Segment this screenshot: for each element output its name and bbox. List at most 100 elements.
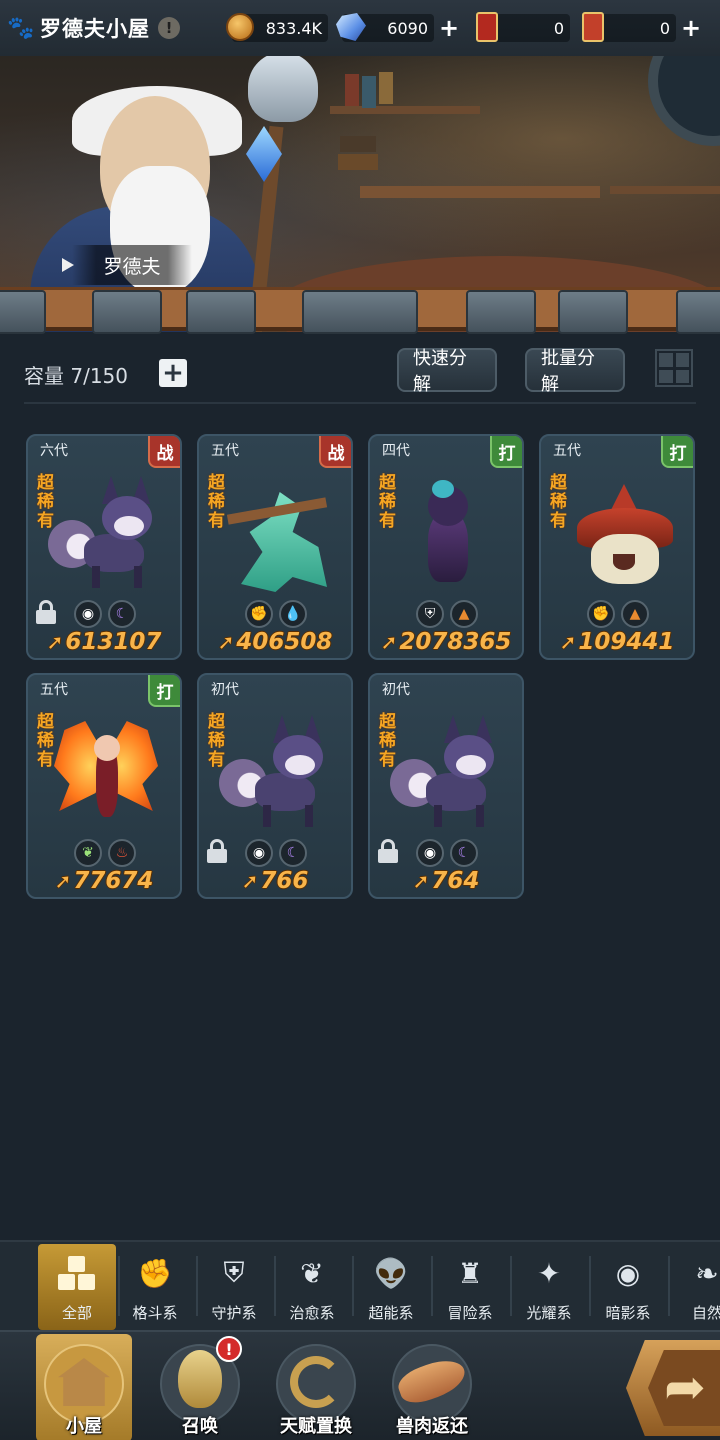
leaf-icon: ❧: [695, 1256, 719, 1290]
alert-badge: !: [216, 1336, 242, 1362]
power-value: ➚109441: [559, 629, 675, 655]
quick-decompose-button[interactable]: 快速分解: [397, 348, 497, 395]
nav-label: 兽肉返还: [396, 1416, 468, 1437]
coin-resource[interactable]: 833.4K: [226, 13, 328, 43]
moon-icon: ☾: [279, 839, 307, 867]
tab-label: 守护系: [211, 1304, 257, 1322]
nav-label: 召唤: [182, 1416, 218, 1437]
pet-card[interactable]: 六代 战 超稀有 ◉ ☾ ➚613107: [26, 434, 182, 660]
tab-fighting[interactable]: ✊ 格斗系: [116, 1244, 194, 1330]
tab-label: 冒险系: [447, 1304, 493, 1322]
eye-icon: ◉: [615, 1256, 641, 1290]
info-icon[interactable]: !: [158, 17, 180, 39]
category-tabs: 全部 ✊ 格斗系 ⛨ 守护系 ❦ 治愈系 👽 超能系 ♜ 冒险系 ✦ 光耀系 ◉…: [0, 1240, 720, 1330]
rarity-label: 超稀有: [550, 473, 567, 531]
sprout-icon: ❦: [74, 839, 102, 867]
tab-all[interactable]: 全部: [38, 1244, 116, 1330]
generation-label: 六代: [40, 443, 68, 459]
bottom-nav: 小屋 召唤 天赋置换 兽肉返还: [0, 1330, 720, 1440]
pet-card[interactable]: 初代 超稀有 ◉ ☾ ➚764: [368, 673, 524, 899]
power-value: ➚77674: [54, 868, 154, 894]
tab-guardian[interactable]: ⛨ 守护系: [195, 1244, 273, 1330]
generation-label: 五代: [553, 443, 581, 459]
shield-icon: ⛨: [223, 1256, 245, 1289]
pet-card[interactable]: 五代 战 超稀有 ✊ 💧 ➚406508: [197, 434, 353, 660]
nav-meat-return[interactable]: 兽肉返还: [384, 1334, 480, 1440]
nav-label: 小屋: [66, 1416, 102, 1437]
tab-healing[interactable]: ❦ 治愈系: [273, 1244, 351, 1330]
tab-label: 暗影系: [605, 1304, 651, 1322]
power-value: ➚766: [241, 868, 309, 894]
arrow-right-icon: ➦: [664, 1358, 706, 1416]
fist-icon: ✊: [137, 1256, 173, 1290]
pet-card[interactable]: 五代 打 超稀有 ✊ ▲ ➚109441: [539, 434, 695, 660]
moon-icon: ☾: [450, 839, 478, 867]
all-tiles-icon: [58, 1256, 96, 1292]
pet-card[interactable]: 五代 打 超稀有 ❦ ♨ ➚77674: [26, 673, 182, 899]
drop-icon: 💧: [279, 600, 307, 628]
shadow-fox-sprite: [219, 715, 327, 831]
boot-icon: ▲: [450, 600, 478, 628]
red-ticket-resource[interactable]: 0: [476, 12, 570, 43]
tab-label: 格斗系: [132, 1304, 178, 1322]
grid-view-icon[interactable]: [655, 349, 693, 387]
rarity-label: 超稀有: [208, 712, 225, 770]
shadow-fox-sprite: [390, 715, 498, 831]
generation-label: 初代: [382, 682, 410, 698]
star-icon: ✦: [537, 1256, 561, 1290]
egg-icon: [178, 1350, 222, 1408]
expand-capacity-button[interactable]: +: [159, 359, 187, 387]
tab-label: 超能系: [368, 1304, 414, 1322]
lock-icon[interactable]: [378, 839, 398, 863]
tab-label: 全部: [61, 1304, 92, 1322]
tab-label: 自然: [691, 1304, 720, 1322]
type-badge: 战: [148, 436, 180, 468]
nav-talent-swap[interactable]: 天赋置换: [268, 1334, 364, 1440]
shield-icon: ⛨: [416, 600, 444, 628]
type-badge: 打: [661, 436, 693, 468]
divider: [24, 402, 696, 404]
type-badge: 打: [490, 436, 522, 468]
crystal-resource[interactable]: 6090 +: [336, 13, 460, 43]
eye-icon: ◉: [245, 839, 273, 867]
tab-shadow[interactable]: ◉ 暗影系: [589, 1244, 667, 1330]
gold-ticket-resource[interactable]: 0 +: [582, 12, 702, 43]
tab-light[interactable]: ✦ 光耀系: [510, 1244, 588, 1330]
npc-name-label: 罗德夫: [72, 245, 192, 285]
add-ticket-button[interactable]: +: [680, 16, 702, 40]
tab-psychic[interactable]: 👽 超能系: [352, 1244, 430, 1330]
power-value: ➚764: [412, 868, 480, 894]
owl: [248, 56, 318, 122]
coin-icon: [226, 13, 254, 41]
rarity-label: 超稀有: [37, 712, 54, 770]
moon-icon: ☾: [108, 600, 136, 628]
add-crystal-button[interactable]: +: [438, 16, 460, 40]
tab-nature[interactable]: ❧ 自然: [668, 1244, 720, 1330]
paw-icon: 🐾: [7, 15, 35, 41]
tab-label: 光耀系: [526, 1304, 572, 1322]
batch-decompose-button[interactable]: 批量分解: [525, 348, 625, 395]
lock-icon[interactable]: [36, 600, 56, 624]
eye-icon: ◉: [416, 839, 444, 867]
sprout-icon: ❦: [300, 1256, 324, 1290]
nav-label: 天赋置换: [280, 1416, 352, 1437]
fire-icon: ♨: [108, 839, 136, 867]
spirit-tree-sprite: [226, 482, 328, 592]
eye-icon: ◉: [74, 600, 102, 628]
mushroom-sprite: [569, 482, 673, 592]
power-value: ➚2078365: [380, 629, 512, 655]
generation-label: 四代: [382, 443, 410, 459]
helmet-icon: ♜: [457, 1256, 483, 1290]
power-value: ➚406508: [217, 629, 333, 655]
fist-icon: ✊: [587, 600, 615, 628]
pet-card[interactable]: 四代 打 超稀有 ⛨ ▲ ➚2078365: [368, 434, 524, 660]
nav-cabin[interactable]: 小屋: [36, 1334, 132, 1440]
lock-icon[interactable]: [207, 839, 227, 863]
type-badge: 战: [319, 436, 351, 468]
pet-card[interactable]: 初代 超稀有 ◉ ☾ ➚766: [197, 673, 353, 899]
tab-adventure[interactable]: ♜ 冒险系: [431, 1244, 509, 1330]
page-title: 罗德夫小屋: [40, 17, 150, 41]
fire-butterfly-sprite: [54, 721, 158, 831]
red-ticket-icon: [476, 12, 498, 42]
desk: [360, 186, 600, 198]
